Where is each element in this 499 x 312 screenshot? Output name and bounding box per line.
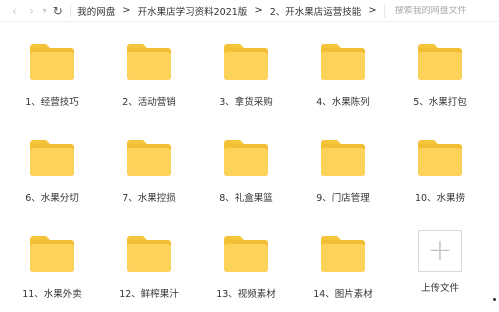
folder-label: 1、经营技巧 bbox=[25, 97, 79, 108]
breadcrumb-item-root[interactable]: 我的网盘 bbox=[77, 4, 115, 18]
folder-icon bbox=[127, 236, 171, 272]
refresh-button[interactable]: ↻ bbox=[51, 3, 64, 19]
folder-label: 9、门店管理 bbox=[316, 193, 370, 204]
folder-item[interactable]: 6、水果分切 bbox=[4, 118, 100, 206]
forward-button[interactable]: › bbox=[25, 3, 38, 19]
chevron-left-icon: ‹ bbox=[12, 3, 17, 18]
folder-icon bbox=[321, 236, 365, 272]
search-input[interactable] bbox=[394, 5, 495, 16]
search-box bbox=[383, 3, 495, 18]
folder-item[interactable]: 7、水果控损 bbox=[101, 118, 197, 206]
folder-icon bbox=[127, 44, 171, 80]
folder-label: 8、礼盒果篮 bbox=[219, 193, 273, 204]
breadcrumb-item-operation-skills[interactable]: 2、开水果店运营技能 bbox=[270, 4, 362, 18]
plus-icon: + bbox=[418, 230, 462, 272]
folder-label: 5、水果打包 bbox=[413, 97, 467, 108]
folder-icon bbox=[321, 140, 365, 176]
folder-label: 13、视频素材 bbox=[216, 289, 276, 300]
folder-label: 14、图片素材 bbox=[313, 289, 373, 300]
folder-label: 3、拿货采购 bbox=[219, 97, 273, 108]
folder-item[interactable]: 5、水果打包 bbox=[392, 22, 488, 110]
folder-icon bbox=[418, 44, 462, 80]
folder-icon bbox=[321, 44, 365, 80]
breadcrumb-separator: > bbox=[368, 5, 377, 16]
folder-label: 10、水果捞 bbox=[414, 193, 466, 204]
chevron-right-icon: › bbox=[29, 3, 34, 18]
folder-label: 4、水果陈列 bbox=[316, 97, 370, 108]
upload-file-button[interactable]: + 上传文件 bbox=[392, 214, 488, 302]
breadcrumb-separator: > bbox=[122, 5, 131, 16]
folder-icon bbox=[224, 236, 268, 272]
folder-icon bbox=[418, 140, 462, 176]
folder-label: 7、水果控损 bbox=[122, 193, 176, 204]
folder-item[interactable]: 2、活动营销 bbox=[101, 22, 197, 110]
chevron-down-icon: ▾ bbox=[42, 6, 47, 15]
folder-label: 11、水果外卖 bbox=[22, 289, 82, 300]
folder-item[interactable]: 8、礼盒果篮 bbox=[198, 118, 294, 206]
breadcrumb: 我的网盘 > 开水果店学习资料2021版 > 2、开水果店运营技能 > bbox=[77, 4, 383, 18]
breadcrumb-separator: > bbox=[254, 5, 263, 16]
folder-label: 12、鲜榨果汁 bbox=[119, 289, 179, 300]
folder-icon bbox=[30, 140, 74, 176]
folder-item[interactable]: 13、视频素材 bbox=[198, 214, 294, 302]
history-dropdown-button[interactable]: ▾ bbox=[40, 3, 49, 19]
refresh-icon: ↻ bbox=[52, 3, 63, 18]
folder-icon bbox=[30, 236, 74, 272]
upload-label: 上传文件 bbox=[420, 283, 459, 294]
toolbar: ‹ › ▾ ↻ 我的网盘 > 开水果店学习资料2021版 > 2、开水果店运营技… bbox=[0, 0, 499, 22]
folder-item[interactable]: 9、门店管理 bbox=[295, 118, 391, 206]
folder-icon bbox=[30, 44, 74, 80]
folder-item[interactable]: 10、水果捞 bbox=[392, 118, 488, 206]
toolbar-divider bbox=[70, 4, 72, 17]
folder-item[interactable]: 1、经营技巧 bbox=[4, 22, 100, 110]
folder-item[interactable]: 14、图片素材 bbox=[295, 214, 391, 302]
folder-icon bbox=[127, 140, 171, 176]
folder-item[interactable]: 12、鲜榨果汁 bbox=[101, 214, 197, 302]
breadcrumb-item-study-materials[interactable]: 开水果店学习资料2021版 bbox=[138, 4, 248, 18]
folder-label: 6、水果分切 bbox=[25, 193, 79, 204]
status-dot bbox=[493, 298, 496, 301]
folder-item[interactable]: 11、水果外卖 bbox=[4, 214, 100, 302]
folder-item[interactable]: 3、拿货采购 bbox=[198, 22, 294, 110]
back-button[interactable]: ‹ bbox=[8, 3, 21, 19]
folder-icon bbox=[224, 44, 268, 80]
folder-item[interactable]: 4、水果陈列 bbox=[295, 22, 391, 110]
folder-icon bbox=[224, 140, 268, 176]
folder-label: 2、活动营销 bbox=[122, 97, 176, 108]
